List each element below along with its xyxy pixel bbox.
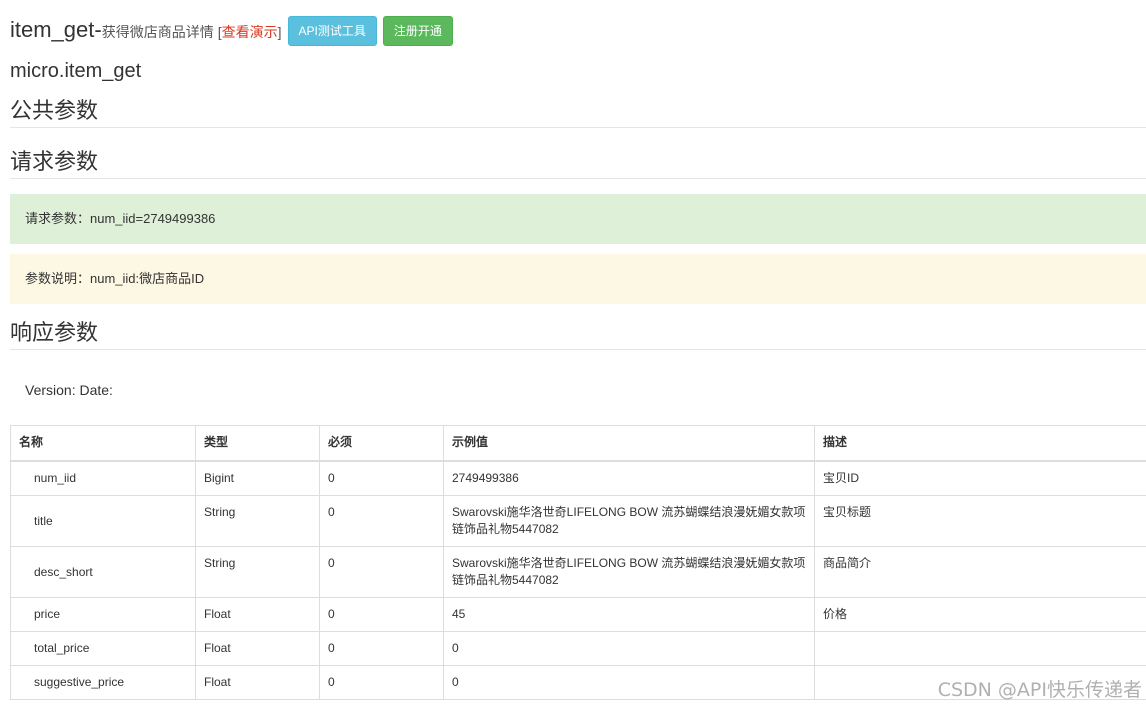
param-type: String xyxy=(195,546,320,598)
param-example: 0 xyxy=(443,665,815,700)
param-type: Bigint xyxy=(195,460,320,496)
header-name: 名称 xyxy=(10,425,196,462)
param-name: suggestive_price xyxy=(10,665,196,700)
demo-close-bracket: ] xyxy=(277,24,282,40)
param-type: Float xyxy=(195,597,320,632)
header-type: 类型 xyxy=(195,425,320,462)
demo-link-wrapper: [查看演示] xyxy=(218,22,282,42)
param-required: 0 xyxy=(319,597,444,632)
header-required: 必须 xyxy=(319,425,444,462)
page: item_get- 获得微店商品详情 [查看演示] API测试工具 注册开通 m… xyxy=(0,0,1146,708)
request-example-alert: 请求参数：num_iid=2749499386 xyxy=(10,194,1146,244)
param-name: desc_short xyxy=(10,546,196,598)
param-description: 商品简介 xyxy=(814,546,1146,598)
param-example: 2749499386 xyxy=(443,460,815,496)
param-description xyxy=(814,631,1146,666)
table-row: desc_short String 0 Swarovski施华洛世奇LIFELO… xyxy=(10,546,1146,598)
api-description: 获得微店商品详情 xyxy=(101,24,214,40)
param-required: 0 xyxy=(319,631,444,666)
request-params-heading: 请求参数 xyxy=(10,144,1146,179)
demo-link[interactable]: 查看演示 xyxy=(222,24,278,40)
param-name: price xyxy=(10,597,196,632)
table-row: total_price Float 0 0 xyxy=(10,631,1146,666)
param-required: 0 xyxy=(319,546,444,598)
param-description: 宝贝标题 xyxy=(814,495,1146,547)
param-description: 价格 xyxy=(814,597,1146,632)
param-name: title xyxy=(10,495,196,547)
param-description: 宝贝ID xyxy=(814,460,1146,496)
param-example: Swarovski施华洛世奇LIFELONG BOW 流苏蝴蝶结浪漫妩媚女款项链… xyxy=(443,495,815,547)
table-header-row: 名称 类型 必须 示例值 描述 xyxy=(10,425,1146,462)
param-required: 0 xyxy=(319,460,444,496)
title-row: item_get- 获得微店商品详情 [查看演示] API测试工具 注册开通 xyxy=(10,14,453,46)
header-description: 描述 xyxy=(814,425,1146,462)
api-name: item_get- xyxy=(10,17,102,42)
param-description-alert: 参数说明：num_iid:微店商品ID xyxy=(10,254,1146,304)
param-example: 0 xyxy=(443,631,815,666)
version-line: Version: Date: xyxy=(25,382,113,398)
public-params-heading: 公共参数 xyxy=(10,93,1146,128)
table-row: num_iid Bigint 0 2749499386 宝贝ID xyxy=(10,460,1146,496)
header-example: 示例值 xyxy=(443,425,815,462)
response-params-table: 名称 类型 必须 示例值 描述 num_iid Bigint 0 2749499… xyxy=(10,425,1146,700)
table-row: title String 0 Swarovski施华洛世奇LIFELONG BO… xyxy=(10,495,1146,547)
param-required: 0 xyxy=(319,665,444,700)
param-type: Float xyxy=(195,665,320,700)
param-name: num_iid xyxy=(10,460,196,496)
table-row: price Float 0 45 价格 xyxy=(10,597,1146,632)
param-required: 0 xyxy=(319,495,444,547)
method-name: micro.item_get xyxy=(10,60,142,82)
api-test-tool-button[interactable]: API测试工具 xyxy=(287,16,377,46)
param-type: Float xyxy=(195,631,320,666)
response-params-heading: 响应参数 xyxy=(10,315,1146,350)
register-button[interactable]: 注册开通 xyxy=(382,16,453,46)
param-example: Swarovski施华洛世奇LIFELONG BOW 流苏蝴蝶结浪漫妩媚女款项链… xyxy=(443,546,815,598)
param-example: 45 xyxy=(443,597,815,632)
watermark: CSDN @API快乐传递者 xyxy=(937,679,1142,701)
param-type: String xyxy=(195,495,320,547)
param-name: total_price xyxy=(10,631,196,666)
